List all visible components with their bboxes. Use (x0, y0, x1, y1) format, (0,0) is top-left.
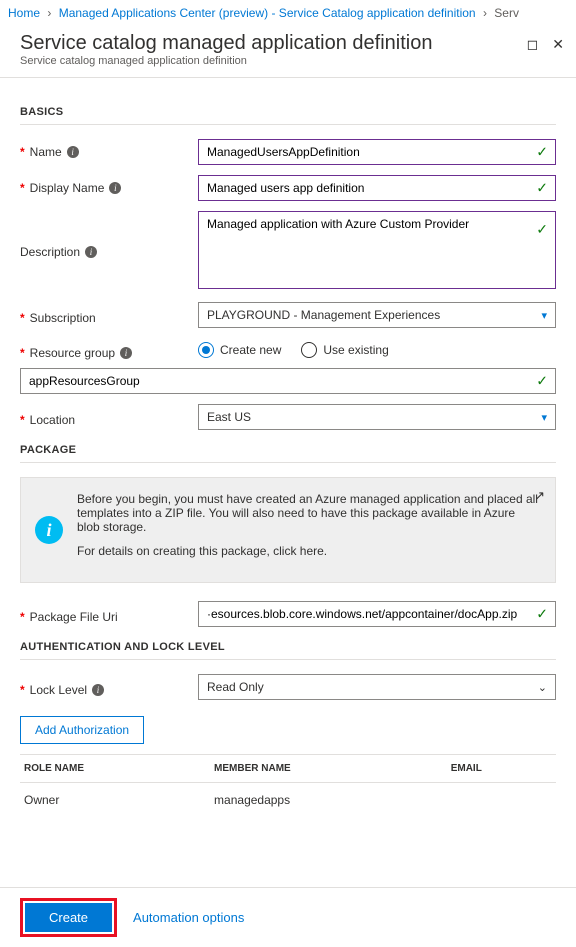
label-lock-level: Lock Level (30, 683, 87, 697)
authorization-table: Role Name Member Name Email Owner manage… (20, 754, 556, 817)
package-infobox: i Before you begin, you must have create… (20, 477, 556, 583)
package-info-link-line: For details on creating this package, cl… (77, 544, 541, 558)
radio-create-new[interactable]: Create new (198, 342, 281, 358)
col-email: Email (447, 755, 556, 783)
page-subtitle: Service catalog managed application defi… (20, 55, 556, 67)
chevron-down-icon: ▾ (541, 309, 547, 322)
breadcrumb-center[interactable]: Managed Applications Center (preview) - … (59, 6, 476, 20)
create-button[interactable]: Create (25, 903, 112, 932)
label-package-uri: Package File Uri (30, 610, 118, 624)
cell-email (447, 783, 556, 818)
breadcrumb: Home › Managed Applications Center (prev… (0, 0, 576, 26)
cell-member: managedapps (210, 783, 447, 818)
label-description: Description (20, 245, 80, 259)
label-name: Name (30, 145, 62, 159)
external-link-icon[interactable]: ↗ (534, 488, 545, 504)
radio-use-existing[interactable]: Use existing (301, 342, 388, 358)
name-input[interactable] (198, 139, 556, 165)
label-resource-group: Resource group (30, 346, 115, 360)
label-subscription: Subscription (30, 311, 96, 325)
section-package: Package (20, 444, 556, 463)
section-basics: Basics (20, 106, 556, 125)
radio-use-existing-label: Use existing (323, 343, 388, 357)
section-auth: Authentication and Lock Level (20, 641, 556, 660)
info-big-icon: i (35, 516, 63, 544)
cell-role: Owner (20, 783, 210, 818)
lock-level-select[interactable]: Read Only ⌄ (198, 674, 556, 700)
subscription-value: PLAYGROUND - Management Experiences (207, 308, 440, 322)
resource-group-input[interactable] (20, 368, 556, 394)
chevron-down-icon: ⌄ (538, 681, 547, 694)
page-title: Service catalog managed application defi… (20, 32, 556, 55)
table-row: Owner managedapps (20, 783, 556, 818)
label-location: Location (30, 413, 75, 427)
info-icon[interactable]: i (120, 347, 132, 359)
package-uri-input[interactable] (198, 601, 556, 627)
description-input[interactable]: Managed application with Azure Custom Pr… (198, 211, 556, 289)
location-value: East US (207, 410, 251, 424)
location-select[interactable]: East US ▾ (198, 404, 556, 430)
maximize-icon[interactable]: ◻ (527, 36, 539, 53)
add-authorization-button[interactable]: Add Authorization (20, 716, 144, 744)
info-icon[interactable]: i (109, 182, 121, 194)
radio-create-new-label: Create new (220, 343, 281, 357)
blade-header: Service catalog managed application defi… (0, 26, 576, 78)
footer-bar: Create Automation options (0, 887, 576, 947)
chevron-right-icon: › (47, 6, 51, 20)
package-click-here-link[interactable]: click here (273, 544, 324, 558)
lock-level-value: Read Only (207, 680, 264, 694)
display-name-input[interactable] (198, 175, 556, 201)
create-highlight: Create (20, 898, 117, 937)
breadcrumb-home[interactable]: Home (8, 6, 40, 20)
col-member: Member Name (210, 755, 447, 783)
label-display-name: Display Name (30, 181, 105, 195)
chevron-right-icon: › (483, 6, 487, 20)
col-role: Role Name (20, 755, 210, 783)
info-icon[interactable]: i (67, 146, 79, 158)
automation-options-link[interactable]: Automation options (133, 910, 244, 925)
subscription-select[interactable]: PLAYGROUND - Management Experiences ▾ (198, 302, 556, 328)
breadcrumb-partial: Serv (494, 6, 519, 20)
package-info-text: Before you begin, you must have created … (77, 492, 541, 534)
info-icon[interactable]: i (92, 684, 104, 696)
close-icon[interactable]: ✕ (552, 36, 564, 53)
info-icon[interactable]: i (85, 246, 97, 258)
chevron-down-icon: ▾ (541, 411, 547, 424)
